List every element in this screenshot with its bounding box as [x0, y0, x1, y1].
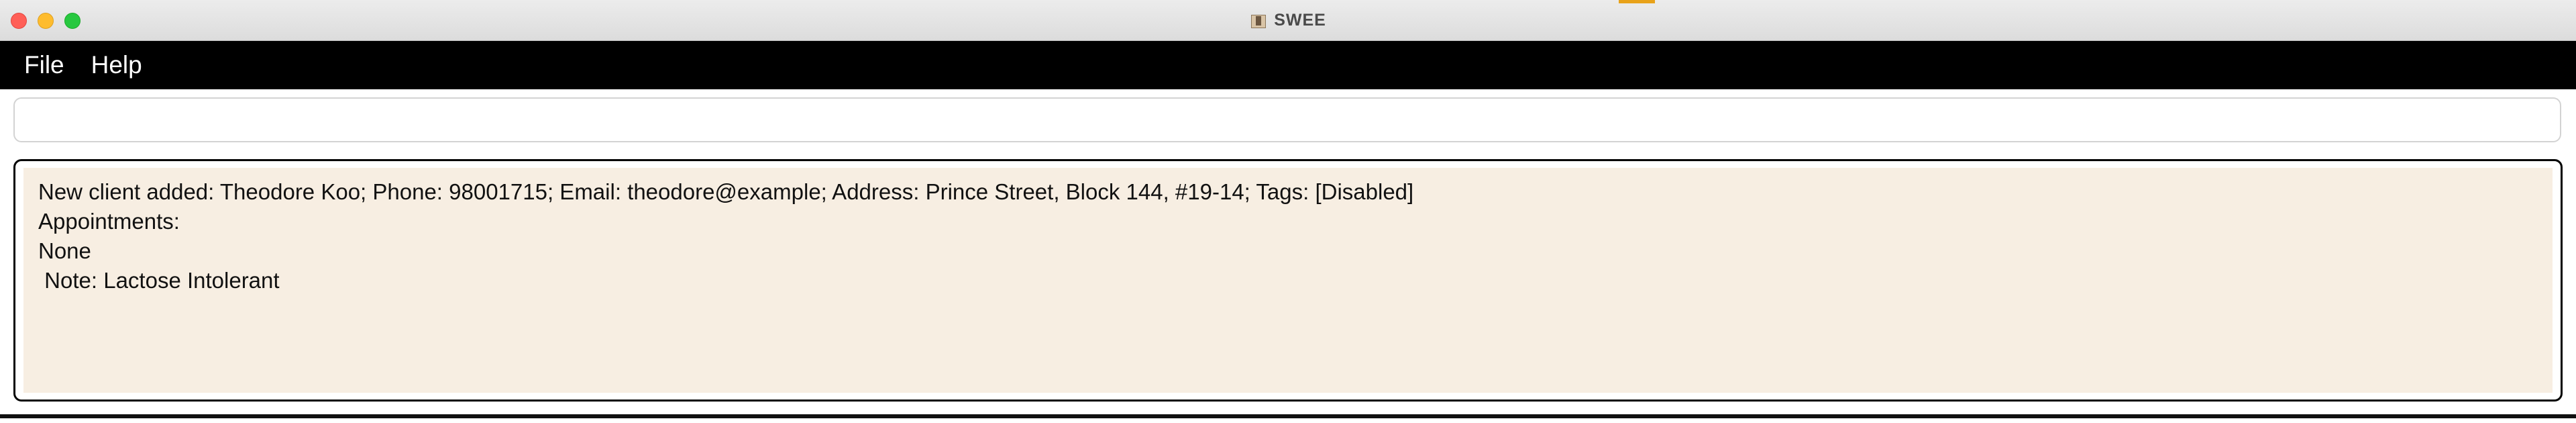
menu-file[interactable]: File — [11, 41, 78, 89]
window-title-group: SWEE — [0, 0, 2576, 41]
result-line: Appointments: — [38, 209, 180, 234]
app-window: SWEE File Help New client added: Theodor… — [0, 0, 2576, 423]
app-jar-icon — [1250, 12, 1267, 30]
command-input[interactable] — [13, 97, 2561, 142]
result-line: New client added: Theodore Koo; Phone: 9… — [38, 179, 1414, 204]
result-line: Note: Lactose Intolerant — [38, 268, 280, 293]
menu-help[interactable]: Help — [78, 41, 156, 89]
bottom-divider — [0, 414, 2576, 418]
result-line: None — [38, 238, 91, 263]
top-edge-accent — [1619, 0, 1655, 3]
window-title: SWEE — [1274, 11, 1326, 30]
title-bar[interactable]: SWEE — [0, 0, 2576, 41]
result-display: New client added: Theodore Koo; Phone: 9… — [13, 159, 2563, 402]
menu-bar: File Help — [0, 41, 2576, 89]
result-text-area[interactable]: New client added: Theodore Koo; Phone: 9… — [23, 168, 2553, 393]
